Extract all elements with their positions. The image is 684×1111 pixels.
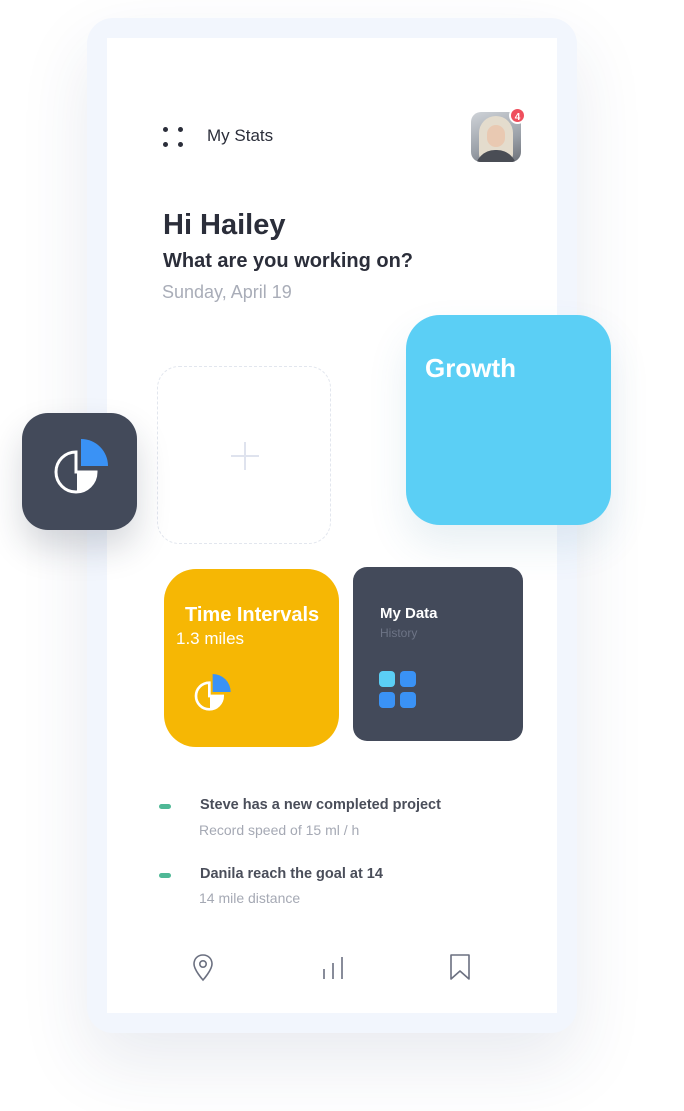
status-dash bbox=[159, 873, 171, 878]
pie-chart-icon bbox=[194, 674, 231, 711]
bookmark-icon[interactable] bbox=[449, 953, 471, 981]
grid-icon bbox=[379, 671, 416, 708]
add-card-button[interactable] bbox=[157, 366, 331, 544]
greeting-heading: Hi Hailey bbox=[163, 209, 286, 241]
pie-chart-icon bbox=[54, 439, 108, 494]
feed-item-title: Danila reach the goal at 14 bbox=[200, 866, 383, 882]
time-intervals-value: 1.3 miles bbox=[176, 629, 245, 648]
plus-icon bbox=[231, 442, 259, 470]
bar-chart-icon[interactable] bbox=[320, 955, 346, 981]
chart-tile-button[interactable] bbox=[22, 413, 137, 530]
location-pin-icon[interactable] bbox=[191, 953, 215, 983]
current-date: Sunday, April 19 bbox=[162, 282, 292, 302]
greeting-question: What are you working on? bbox=[163, 250, 414, 272]
my-data-subtitle: History bbox=[380, 626, 418, 640]
menu-dots-icon[interactable] bbox=[163, 127, 183, 147]
status-dash bbox=[159, 804, 171, 809]
feed-item-detail: Record speed of 15 ml / h bbox=[199, 822, 360, 838]
feed-item-title: Steve has a new completed project bbox=[200, 797, 441, 813]
growth-card[interactable]: Growth bbox=[406, 315, 611, 525]
my-data-card[interactable]: My Data History bbox=[353, 567, 523, 741]
my-data-title: My Data bbox=[380, 605, 438, 622]
page-title: My Stats bbox=[207, 126, 274, 145]
feed-item-detail: 14 mile distance bbox=[199, 890, 301, 906]
notification-badge: 4 bbox=[509, 107, 526, 124]
time-intervals-card[interactable]: Time Intervals 1.3 miles bbox=[164, 569, 339, 747]
growth-card-label: Growth bbox=[425, 353, 516, 383]
time-intervals-title: Time Intervals bbox=[185, 604, 320, 626]
